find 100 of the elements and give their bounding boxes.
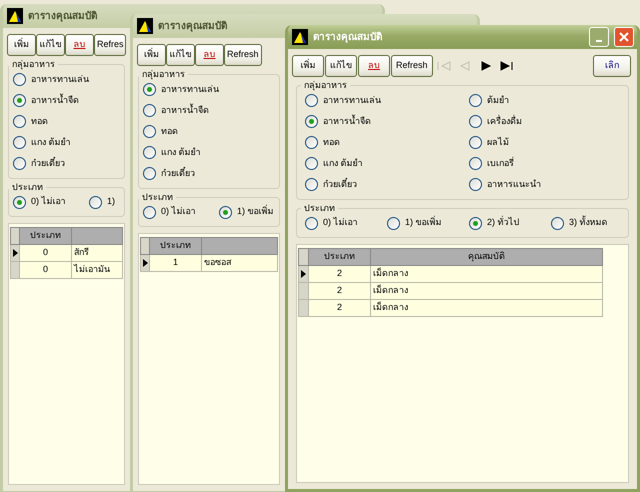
delete-button[interactable]: ลบ xyxy=(358,54,390,76)
column-header[interactable]: ประเภท xyxy=(150,238,202,254)
radio-label[interactable]: ผลไม้ xyxy=(487,136,509,150)
radio-button[interactable] xyxy=(143,146,156,159)
radio-button[interactable] xyxy=(13,157,26,170)
window-title: ตารางคุณสมบัติ xyxy=(28,10,98,24)
toolbar-button[interactable]: เพิ่ม xyxy=(137,44,166,66)
radio-label[interactable]: อาหารน้ำจืด xyxy=(323,114,371,128)
radio-button[interactable] xyxy=(551,216,564,230)
radio-label[interactable]: 1) ขอเพิ่ม xyxy=(405,216,442,230)
radio-button[interactable] xyxy=(305,94,318,107)
cancel-button[interactable]: เลิก xyxy=(593,54,631,76)
radio-label[interactable]: ต้มยำ xyxy=(487,94,509,108)
header-corner xyxy=(140,238,150,254)
radio-button[interactable] xyxy=(469,94,482,107)
toolbar-button[interactable]: เพิ่ม xyxy=(292,54,324,76)
group-label: ประเภท xyxy=(11,183,44,192)
toolbar-button[interactable]: เพิ่ม xyxy=(7,34,36,56)
table-cell: 2 xyxy=(308,300,370,316)
radio-label[interactable]: ทอด xyxy=(31,114,48,128)
radio-label[interactable]: อาหารทานเล่น xyxy=(161,82,219,96)
radio-button[interactable] xyxy=(305,178,318,191)
row-indicator[interactable] xyxy=(298,266,308,282)
radio-label[interactable]: แกง ต้มยำ xyxy=(31,136,71,150)
radio-button[interactable] xyxy=(13,196,26,208)
row-indicator[interactable] xyxy=(10,244,20,262)
radio-label[interactable]: ทอด xyxy=(323,136,340,150)
radio-button[interactable] xyxy=(13,115,26,128)
radio-label[interactable]: 0) ไม่เอา xyxy=(161,205,196,219)
minimize-icon xyxy=(596,40,602,42)
radio-button[interactable] xyxy=(305,136,318,149)
next-icon[interactable] xyxy=(478,60,493,70)
radio-button[interactable] xyxy=(305,216,318,230)
radio-label[interactable]: อาหารทานเล่น xyxy=(323,94,381,108)
radio-label[interactable]: เบเกอรี่ xyxy=(487,156,514,170)
app-icon xyxy=(137,18,153,34)
table-cell: เม็ดกลาง xyxy=(370,300,602,316)
radio-label[interactable]: ก๋วยเตี๋ยว xyxy=(161,166,195,180)
radio-button[interactable] xyxy=(469,115,482,128)
column-header[interactable]: ประเภท xyxy=(308,248,370,266)
table-cell: เม็ดกลาง xyxy=(370,282,602,300)
radio-button[interactable] xyxy=(143,206,156,218)
radio-button[interactable] xyxy=(143,83,156,96)
radio-button[interactable] xyxy=(143,125,156,138)
radio-label[interactable]: ก๋วยเตี๋ยว xyxy=(323,178,357,192)
radio-button[interactable] xyxy=(89,196,102,208)
toolbar-button[interactable]: แก้ไข xyxy=(36,34,65,56)
radio-label[interactable]: 3) ทั้งหมด xyxy=(569,216,608,230)
radio-label[interactable]: อาหารทานเล่น xyxy=(31,72,89,86)
radio-label[interactable]: เครื่องดื่ม xyxy=(487,114,522,128)
column-header[interactable]: คุณสมบัติ xyxy=(370,248,602,266)
radio-button[interactable] xyxy=(469,157,482,170)
toolbar-button[interactable]: Refresh xyxy=(224,44,262,66)
radio-button[interactable] xyxy=(305,157,318,170)
radio-button[interactable] xyxy=(219,206,232,218)
radio-label[interactable]: ก๋วยเตี๋ยว xyxy=(31,156,65,170)
radio-button[interactable] xyxy=(305,115,318,128)
app-icon xyxy=(7,8,23,24)
group-label: กลุ่มอาหาร xyxy=(141,70,186,79)
radio-label[interactable]: แกง ต้มยำ xyxy=(323,156,363,170)
radio-button[interactable] xyxy=(13,136,26,149)
table-cell: ไม่เอามัน xyxy=(72,262,122,278)
radio-button[interactable] xyxy=(469,136,482,149)
radio-button[interactable] xyxy=(13,94,26,107)
skip-last-icon[interactable] xyxy=(500,60,514,70)
table-cell: 1 xyxy=(150,254,202,272)
close-icon xyxy=(619,32,629,42)
column-header[interactable]: ประเภท xyxy=(20,228,72,244)
header-corner xyxy=(10,228,20,244)
radio-button[interactable] xyxy=(143,167,156,180)
toolbar-button[interactable]: Refresh xyxy=(391,54,433,76)
table-cell: ขอซอส xyxy=(202,254,278,272)
radio-label[interactable]: 1) xyxy=(107,195,116,209)
radio-label[interactable]: แกง ต้มยำ xyxy=(161,146,201,160)
delete-button[interactable]: ลบ xyxy=(195,44,224,66)
table-cell: 2 xyxy=(308,282,370,300)
radio-button[interactable] xyxy=(387,216,400,230)
radio-label[interactable]: 1) ขอเพิ่ม xyxy=(237,205,274,219)
radio-button[interactable] xyxy=(469,216,482,230)
radio-button[interactable] xyxy=(469,178,482,191)
delete-button[interactable]: ลบ xyxy=(65,34,94,56)
radio-label[interactable]: อาหารน้ำจืด xyxy=(161,104,209,118)
group-label: กลุ่มอาหาร xyxy=(303,81,348,90)
radio-label[interactable]: ทอด xyxy=(161,124,178,138)
toolbar-button[interactable]: แก้ไข xyxy=(166,44,195,66)
group-label: ประเภท xyxy=(303,204,336,213)
radio-button[interactable] xyxy=(143,104,156,117)
window-title: ตารางคุณสมบัติ xyxy=(313,30,383,44)
radio-label[interactable]: 0) ไม่เอา xyxy=(31,195,66,209)
row-indicator[interactable] xyxy=(140,254,150,272)
radio-button[interactable] xyxy=(13,73,26,86)
app-icon xyxy=(292,29,308,45)
radio-label[interactable]: อาหารแนะนำ xyxy=(487,178,541,192)
toolbar-button[interactable]: แก้ไข xyxy=(325,54,357,76)
toolbar-button[interactable]: Refres xyxy=(94,34,126,56)
close-button[interactable] xyxy=(614,27,634,47)
radio-label[interactable]: 0) ไม่เอา xyxy=(323,216,358,230)
window-title: ตารางคุณสมบัติ xyxy=(158,20,228,34)
radio-label[interactable]: 2) ทั่วไป xyxy=(487,216,520,230)
radio-label[interactable]: อาหารน้ำจืด xyxy=(31,94,79,108)
